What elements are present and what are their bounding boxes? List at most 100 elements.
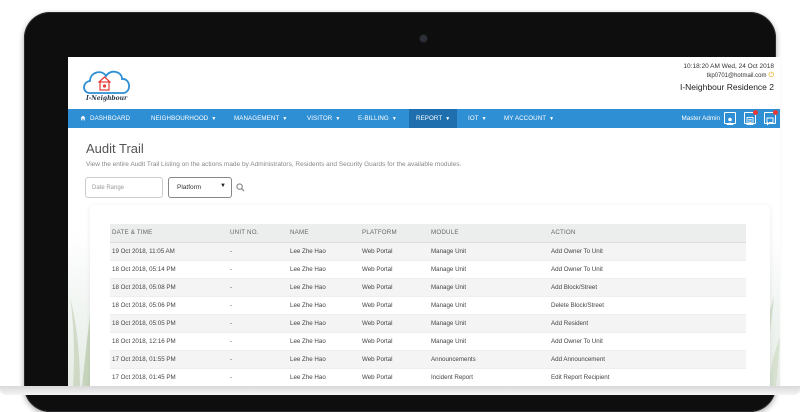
main-navbar: DASHBOARD NEIGHBOURHOOD ▼ MANAGEMENT ▼ VIS… bbox=[68, 109, 780, 128]
cell-action: Delete Block/Street bbox=[549, 296, 746, 315]
cell-unit: - bbox=[228, 242, 288, 261]
table-row[interactable]: 19 Oct 2018, 11:05 AM - Lee Zhe Hao Web … bbox=[110, 242, 746, 261]
caret-down-icon: ▼ bbox=[481, 116, 487, 122]
caret-down-icon: ▼ bbox=[391, 116, 397, 122]
cell-name: Lee Zhe Hao bbox=[288, 314, 360, 333]
cell-name: Lee Zhe Hao bbox=[288, 332, 360, 351]
cell-module: Manage Unit bbox=[429, 278, 549, 297]
nav-dashboard-label: DASHBOARD bbox=[90, 115, 131, 122]
nav-neighbourhood[interactable]: NEIGHBOURHOOD ▼ bbox=[151, 109, 216, 128]
cell-unit: - bbox=[228, 296, 288, 315]
nav-iot-label: IOT bbox=[468, 115, 479, 122]
cell-name: Lee Zhe Hao bbox=[288, 260, 360, 279]
cell-unit: - bbox=[228, 332, 288, 351]
cell-datetime: 19 Oct 2018, 11:05 AM bbox=[110, 242, 228, 261]
table-row[interactable]: 17 Oct 2018, 01:45 PM - Lee Zhe Hao Web … bbox=[110, 368, 746, 387]
nav-iot[interactable]: IOT ▼ bbox=[468, 109, 487, 128]
table-row[interactable]: 18 Oct 2018, 05:06 PM - Lee Zhe Hao Web … bbox=[110, 296, 746, 315]
user-icon bbox=[726, 117, 734, 125]
table-row[interactable]: 17 Oct 2018, 01:55 PM - Lee Zhe Hao Web … bbox=[110, 350, 746, 369]
cell-module: Incident Report bbox=[429, 368, 549, 387]
platform-select-value: Platform bbox=[177, 184, 202, 191]
browser-screen: I-Neighbour 10:18:20 AM Wed, 24 Oct 2018… bbox=[68, 57, 780, 387]
table-row[interactable]: 18 Oct 2018, 12:16 PM - Lee Zhe Hao Web … bbox=[110, 332, 746, 351]
cell-module: Manage Unit bbox=[429, 260, 549, 279]
platform-select[interactable]: Platform ▼ bbox=[168, 177, 232, 198]
cell-datetime: 18 Oct 2018, 05:08 PM bbox=[110, 278, 228, 297]
notifications-button[interactable] bbox=[744, 110, 758, 125]
caret-down-icon: ▼ bbox=[211, 116, 217, 122]
cell-name: Lee Zhe Hao bbox=[288, 278, 360, 297]
laptop-frame: I-Neighbour 10:18:20 AM Wed, 24 Oct 2018… bbox=[24, 12, 780, 412]
cell-platform: Web Portal bbox=[360, 350, 429, 369]
column-header-action[interactable]: ACTION bbox=[549, 224, 746, 243]
column-header-platform[interactable]: PLATFORM bbox=[360, 224, 429, 243]
cell-unit: - bbox=[228, 278, 288, 297]
cell-platform: Web Portal bbox=[360, 314, 429, 333]
header-email: tkp0701@hotmail.com bbox=[706, 73, 767, 79]
column-header-module[interactable]: MODULE bbox=[429, 224, 549, 243]
search-icon[interactable] bbox=[236, 183, 245, 192]
cell-unit: - bbox=[228, 350, 288, 369]
nav-visitor-label: VISITOR bbox=[307, 115, 333, 122]
cell-datetime: 18 Oct 2018, 05:06 PM bbox=[110, 296, 228, 315]
nav-neighbourhood-label: NEIGHBOURHOOD bbox=[151, 115, 209, 122]
cell-module: Manage Unit bbox=[429, 332, 549, 351]
nav-report-label: REPORT bbox=[416, 115, 443, 122]
header-email-row: tkp0701@hotmail.com ⏻ bbox=[680, 72, 774, 80]
cell-platform: Web Portal bbox=[360, 242, 429, 261]
nav-my-account-label: MY ACCOUNT bbox=[504, 115, 547, 122]
cell-datetime: 17 Oct 2018, 01:55 PM bbox=[110, 350, 228, 369]
cell-name: Lee Zhe Hao bbox=[288, 350, 360, 369]
laptop-bottom-rim bbox=[0, 386, 800, 395]
audit-trail-table: DATE & TIME UNIT NO. NAME PLATFORM MODUL… bbox=[110, 224, 746, 387]
cell-action: Add Owner To Unit bbox=[549, 260, 746, 279]
table-row[interactable]: 18 Oct 2018, 05:05 PM - Lee Zhe Hao Web … bbox=[110, 314, 746, 333]
header-datetime: 10:18:20 AM Wed, 24 Oct 2018 bbox=[683, 63, 774, 70]
nav-management[interactable]: MANAGEMENT ▼ bbox=[234, 109, 287, 128]
cell-name: Lee Zhe Hao bbox=[288, 368, 360, 387]
dropdown-arrow-icon: ▼ bbox=[220, 183, 226, 189]
document-icon bbox=[746, 117, 754, 125]
page-title: Audit Trail bbox=[86, 141, 144, 156]
cell-action: Add Resident bbox=[549, 314, 746, 333]
cell-name: Lee Zhe Hao bbox=[288, 242, 360, 261]
cell-module: Manage Unit bbox=[429, 242, 549, 261]
message-badge bbox=[773, 110, 778, 115]
cell-datetime: 18 Oct 2018, 12:16 PM bbox=[110, 332, 228, 351]
profile-button[interactable] bbox=[724, 112, 736, 125]
cell-platform: Web Portal bbox=[360, 296, 429, 315]
column-header-name[interactable]: NAME bbox=[288, 224, 360, 243]
table-row[interactable]: 18 Oct 2018, 05:08 PM - Lee Zhe Hao Web … bbox=[110, 278, 746, 297]
nav-dashboard[interactable]: DASHBOARD bbox=[80, 109, 130, 128]
home-icon bbox=[80, 115, 86, 120]
cell-module: Announcements bbox=[429, 350, 549, 369]
table-row[interactable]: 18 Oct 2018, 05:14 PM - Lee Zhe Hao Web … bbox=[110, 260, 746, 279]
cell-platform: Web Portal bbox=[360, 260, 429, 279]
nav-visitor[interactable]: VISITOR ▼ bbox=[307, 109, 340, 128]
cell-platform: Web Portal bbox=[360, 368, 429, 387]
table-header-row: DATE & TIME UNIT NO. NAME PLATFORM MODUL… bbox=[110, 224, 746, 243]
nav-report[interactable]: REPORT ▼ bbox=[409, 109, 458, 128]
cell-module: Manage Unit bbox=[429, 296, 549, 315]
notification-badge bbox=[753, 110, 758, 115]
cell-action: Add Announcement bbox=[549, 350, 746, 369]
nav-my-account[interactable]: MY ACCOUNT ▼ bbox=[504, 109, 554, 128]
cell-action: Add Block/Street bbox=[549, 278, 746, 297]
column-header-datetime[interactable]: DATE & TIME bbox=[110, 224, 228, 243]
top-header: I-Neighbour 10:18:20 AM Wed, 24 Oct 2018… bbox=[68, 57, 780, 111]
cell-name: Lee Zhe Hao bbox=[288, 296, 360, 315]
cell-datetime: 18 Oct 2018, 05:05 PM bbox=[110, 314, 228, 333]
cell-datetime: 18 Oct 2018, 05:14 PM bbox=[110, 260, 228, 279]
cell-unit: - bbox=[228, 314, 288, 333]
chat-icon bbox=[766, 117, 774, 126]
date-range-input[interactable]: Date Range bbox=[85, 177, 163, 198]
power-icon[interactable]: ⏻ bbox=[768, 72, 774, 79]
column-header-unit[interactable]: UNIT NO. bbox=[228, 224, 288, 243]
cell-action: Edit Report Recipient bbox=[549, 368, 746, 387]
nav-user-name[interactable]: Master Admin bbox=[682, 109, 721, 128]
messages-button[interactable] bbox=[764, 110, 778, 126]
header-residence: I-Neighbour Residence 2 bbox=[679, 82, 774, 92]
cell-module: Manage Unit bbox=[429, 314, 549, 333]
nav-e-billing[interactable]: E-BILLING ▼ bbox=[358, 109, 397, 128]
